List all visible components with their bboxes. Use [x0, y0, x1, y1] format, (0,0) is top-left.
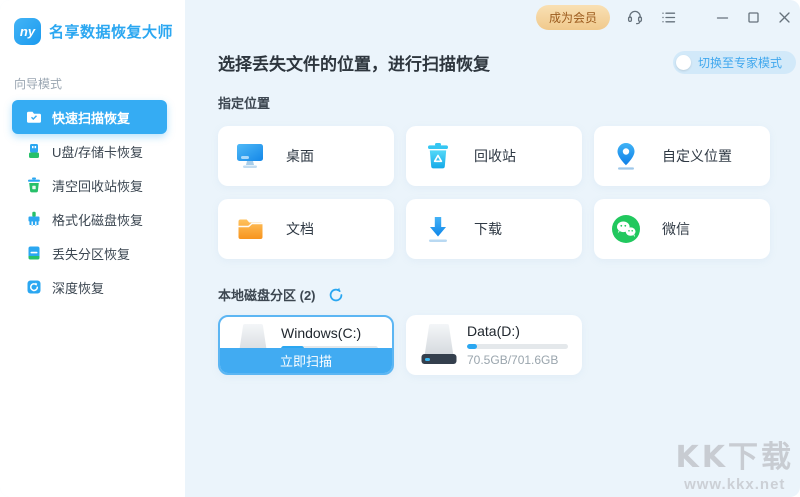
- location-card-label: 下载: [474, 219, 502, 239]
- location-card-label: 自定义位置: [662, 146, 732, 166]
- watermark-url: www.kkx.net: [676, 476, 795, 493]
- refresh-icon[interactable]: [328, 287, 344, 303]
- sidebar-item-partition-recovery[interactable]: 丢失分区恢复: [12, 236, 167, 270]
- disk-usage-text: 70.5GB/701.6GB: [467, 353, 568, 367]
- app-window: ny 名享数据恢复大师 向导模式 快速扫描恢复 U盘/存储卡恢复: [0, 0, 800, 497]
- disk-usage-bar: [467, 344, 568, 349]
- folder-scan-icon: [26, 109, 42, 125]
- download-icon: [422, 216, 454, 243]
- deep-scan-icon: [26, 279, 42, 295]
- titlebar: 成为会员: [185, 0, 800, 34]
- location-card-wechat[interactable]: 微信: [594, 199, 770, 259]
- sidebar-item-label: 快速扫描恢复: [52, 108, 130, 127]
- disk-name: Data(D:): [467, 324, 568, 339]
- watermark: KK下载 www.kkx.net: [676, 432, 795, 493]
- sidebar-item-label: 深度恢复: [52, 278, 104, 297]
- location-card-label: 微信: [662, 219, 690, 239]
- location-card-label: 桌面: [286, 146, 314, 166]
- documents-folder-icon: [234, 218, 266, 241]
- locations-section-label: 指定位置: [218, 93, 770, 112]
- app-title: 名享数据恢复大师: [49, 21, 173, 42]
- sidebar-item-recycle-recovery[interactable]: 清空回收站恢复: [12, 168, 167, 202]
- partitions-section-label: 本地磁盘分区 (2): [218, 285, 316, 304]
- sidebar-item-usb-recovery[interactable]: U盘/存储卡恢复: [12, 134, 167, 168]
- location-card-label: 回收站: [474, 146, 516, 166]
- location-card-desktop[interactable]: 桌面: [218, 126, 394, 186]
- scan-now-button[interactable]: 立即扫描: [220, 348, 392, 373]
- customer-service-icon[interactable]: [626, 8, 644, 26]
- format-brush-icon: [26, 211, 42, 227]
- sidebar-item-quick-scan[interactable]: 快速扫描恢复: [12, 100, 167, 134]
- partition-disk-icon: [26, 245, 42, 261]
- recycle-bin-icon: [422, 143, 454, 170]
- desktop-icon: [234, 143, 266, 169]
- maximize-icon[interactable]: [746, 10, 761, 25]
- disk-card-windows-c[interactable]: Windows(C:) 立即扫描: [218, 315, 394, 375]
- app-logo: ny 名享数据恢复大师: [0, 0, 185, 45]
- expert-mode-label: 切换至专家模式: [698, 54, 782, 71]
- sidebar-item-format-recovery[interactable]: 格式化磁盘恢复: [12, 202, 167, 236]
- become-member-button[interactable]: 成为会员: [536, 5, 610, 30]
- sidebar-item-label: 清空回收站恢复: [52, 176, 143, 195]
- disk-name: Windows(C:): [281, 326, 378, 341]
- sidebar-item-label: U盘/存储卡恢复: [52, 142, 143, 161]
- main-area: 成为会员 选择丢失文件的位置，进行扫描恢复: [185, 0, 800, 497]
- minimize-icon[interactable]: [715, 10, 730, 25]
- app-logo-icon: ny: [14, 18, 41, 45]
- sidebar: ny 名享数据恢复大师 向导模式 快速扫描恢复 U盘/存储卡恢复: [0, 0, 185, 497]
- location-card-recycle-bin[interactable]: 回收站: [406, 126, 582, 186]
- watermark-title: KK下载: [676, 432, 795, 476]
- location-cards: 桌面 回收站 自定义位置: [218, 126, 770, 259]
- sidebar-nav: 快速扫描恢复 U盘/存储卡恢复 清空回收站恢复 格式化磁盘恢复: [0, 100, 185, 304]
- close-icon[interactable]: [777, 10, 792, 25]
- expert-mode-toggle[interactable]: 切换至专家模式: [673, 51, 796, 74]
- disk-cards: Windows(C:) 立即扫描 Data(D:) 70.5GB/701.6GB: [218, 315, 770, 375]
- trash-icon: [26, 177, 42, 193]
- location-card-downloads[interactable]: 下载: [406, 199, 582, 259]
- sidebar-item-label: 丢失分区恢复: [52, 244, 130, 263]
- location-card-custom-location[interactable]: 自定义位置: [594, 126, 770, 186]
- toggle-knob-icon: [676, 55, 691, 70]
- sidebar-item-deep-recovery[interactable]: 深度恢复: [12, 270, 167, 304]
- menu-list-icon[interactable]: [660, 9, 677, 26]
- location-pin-icon: [610, 142, 642, 170]
- content: 选择丢失文件的位置，进行扫描恢复 切换至专家模式 指定位置 桌面: [185, 50, 800, 375]
- usb-drive-icon: [26, 143, 42, 159]
- location-card-documents[interactable]: 文档: [218, 199, 394, 259]
- sidebar-item-label: 格式化磁盘恢复: [52, 210, 143, 229]
- hard-drive-icon: [419, 323, 459, 367]
- location-card-label: 文档: [286, 219, 314, 239]
- wechat-icon: [610, 214, 642, 244]
- sidebar-section-label: 向导模式: [14, 75, 185, 92]
- disk-card-data-d[interactable]: Data(D:) 70.5GB/701.6GB: [406, 315, 582, 375]
